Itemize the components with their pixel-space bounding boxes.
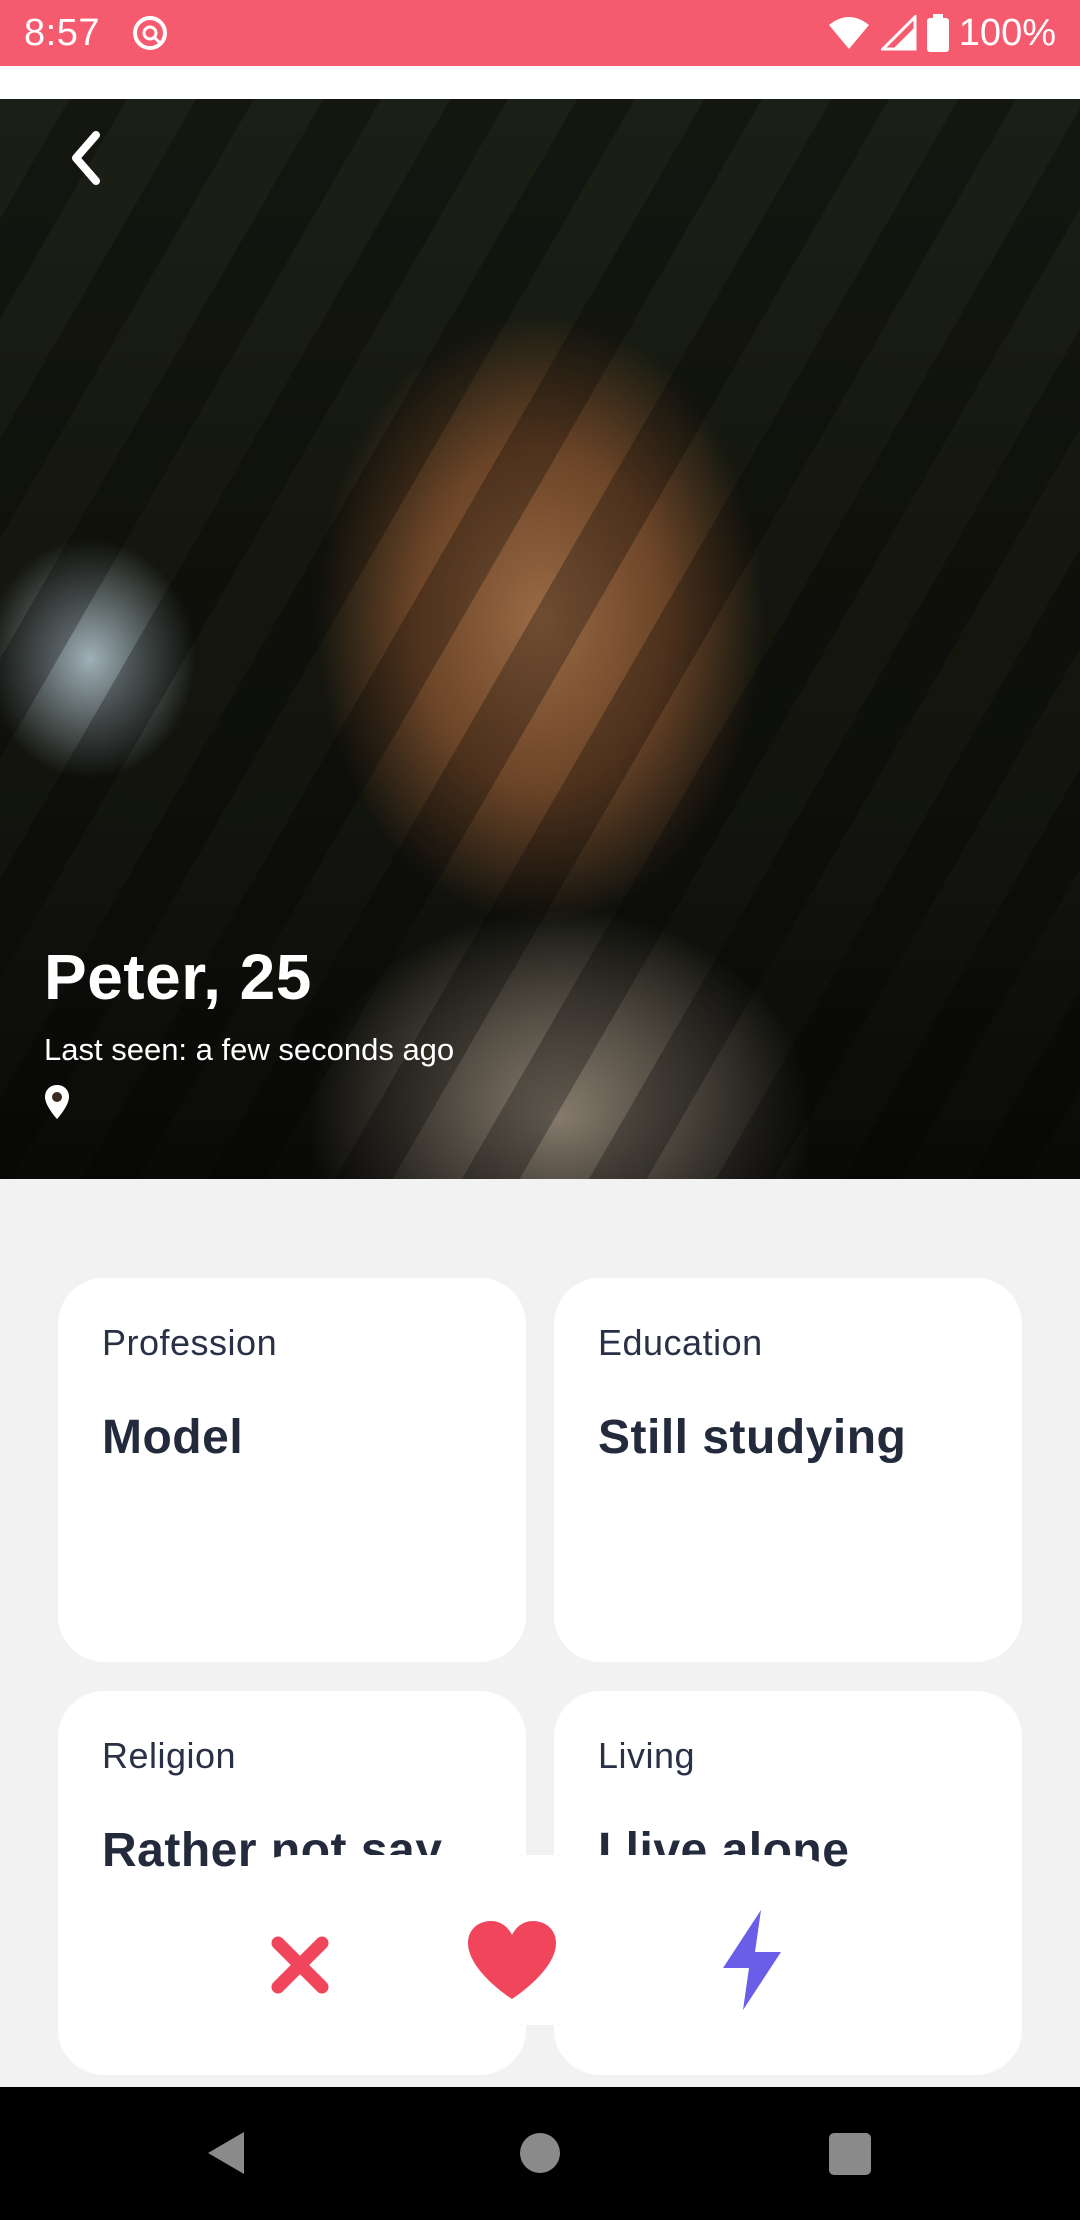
profile-screen: 8:57 100% Peter, 25 Last seen: a few sec…	[0, 0, 1080, 2220]
heart-icon	[468, 1921, 556, 1999]
profession-card: Profession Model	[58, 1278, 526, 1662]
battery-percent: 100%	[958, 11, 1056, 54]
profession-value: Model	[102, 1411, 244, 1464]
battery-icon	[926, 14, 949, 52]
back-button[interactable]	[56, 128, 116, 188]
profession-label: Profession	[102, 1322, 278, 1363]
nav-home-icon[interactable]	[520, 2133, 560, 2173]
education-label: Education	[598, 1322, 763, 1363]
nav-back-icon[interactable]	[204, 2130, 248, 2176]
education-card: Education Still studying	[554, 1278, 1022, 1662]
status-time: 8:57	[24, 11, 100, 54]
profile-name-age: Peter, 25	[44, 941, 312, 1013]
location-pin-icon	[45, 1085, 69, 1119]
religion-label: Religion	[102, 1735, 237, 1776]
living-label: Living	[598, 1735, 696, 1776]
boost-button[interactable]	[712, 1905, 792, 2015]
lightning-icon	[723, 1910, 781, 2010]
notification-app-icon	[132, 16, 167, 50]
like-button[interactable]	[462, 1915, 562, 2005]
dislike-button[interactable]	[255, 1920, 345, 2010]
education-value: Still studying	[598, 1411, 907, 1464]
header-spacer	[0, 66, 1080, 99]
back-chevron-icon	[72, 131, 100, 185]
photo-bottom-fade	[0, 859, 1080, 1179]
profile-photo	[0, 99, 1080, 1179]
nav-recents-icon[interactable]	[829, 2133, 871, 2175]
last-seen-text: Last seen: a few seconds ago	[44, 1032, 455, 1067]
close-x-icon	[271, 1936, 329, 1994]
status-bar: 8:57 100%	[0, 0, 1080, 66]
status-right-cluster: 100%	[827, 12, 1056, 55]
wifi-icon	[828, 17, 869, 49]
signal-icon	[880, 15, 917, 51]
